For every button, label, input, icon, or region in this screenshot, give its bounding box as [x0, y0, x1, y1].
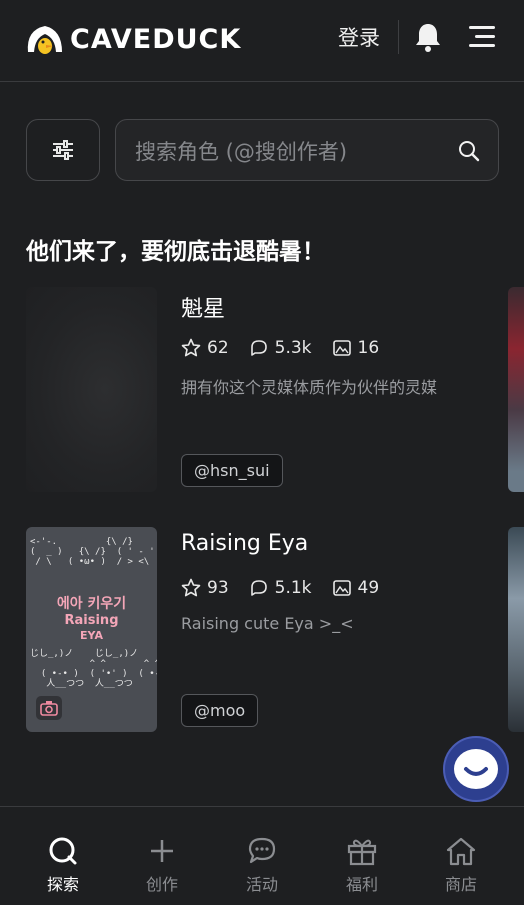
smile-chat-icon [454, 749, 498, 789]
plus-icon [122, 835, 202, 867]
top-header: CAVEDUCK 登录 [0, 0, 524, 82]
chat-count: 5.3k [249, 338, 312, 358]
tab-explore[interactable]: 探索 [23, 835, 103, 895]
character-description: 拥有你这个灵媒体质作为伙伴的灵媒 [181, 378, 438, 397]
gift-icon [322, 835, 402, 867]
filter-button[interactable] [26, 119, 100, 181]
tab-label: 探索 [46, 875, 79, 894]
search-placeholder: 搜索角色 (@搜创作者) [135, 140, 348, 164]
star-icon [181, 578, 201, 597]
image-count: 49 [332, 578, 379, 598]
ascii-art: <-'-. {\ /} ( _ ) {\ /} ( ' - ' ) / \ ( … [30, 537, 155, 567]
tab-store[interactable]: 商店 [421, 835, 501, 895]
camera-icon [36, 696, 62, 720]
home-icon [421, 835, 501, 867]
tab-events[interactable]: 活动 [222, 835, 302, 895]
menu-icon[interactable] [467, 24, 497, 54]
duck-logo-icon [26, 22, 64, 56]
chat-bubble-icon [250, 580, 267, 596]
next-card-peek[interactable] [508, 527, 524, 732]
tab-rewards[interactable]: 福利 [322, 835, 402, 895]
explore-icon [23, 835, 103, 867]
image-icon [332, 580, 351, 596]
bell-icon[interactable] [414, 22, 442, 56]
character-card[interactable]: <-'-. {\ /} ( _ ) {\ /} ( ' - ' ) / \ ( … [26, 527, 506, 732]
character-stats: 62 5.3k 16 [181, 338, 399, 358]
tab-label: 福利 [345, 875, 378, 894]
chat-count: 5.1k [249, 578, 312, 598]
tab-create[interactable]: 创作 [122, 835, 202, 895]
character-description: Raising cute Eya >_< [181, 614, 354, 633]
tab-label: 创作 [145, 875, 178, 894]
search-input[interactable]: 搜索角色 (@搜创作者) [115, 119, 499, 181]
creator-handle[interactable]: @moo [181, 694, 259, 727]
login-button[interactable]: 登录 [338, 22, 380, 52]
section-title: 他们来了，要彻底击退酷暑！ [26, 239, 325, 265]
bottom-tab-bar: 探索 创作 活动 福利 商店 [0, 806, 524, 905]
star-icon [181, 338, 201, 357]
chat-bubble-icon [250, 340, 267, 356]
creator-handle[interactable]: @hsn_sui [181, 454, 283, 487]
character-name: Raising Eya [181, 531, 309, 556]
tab-label: 活动 [245, 875, 278, 894]
thumbnail-caption: 에아 키우기 Raising EYA [56, 596, 127, 642]
image-icon [332, 340, 351, 356]
star-count: 62 [181, 338, 229, 358]
character-card[interactable]: 魁星 62 5.3k 16 拥有你这个灵媒体质作为伙伴的灵媒 @hsn_sui [26, 287, 506, 492]
ascii-art: じし_,)ノ じし_,)ノ ^ ^ ^ ^ ( •-• ) ( '•' ) ( … [30, 649, 157, 689]
brand-logo[interactable]: CAVEDUCK [26, 22, 241, 56]
chat-bubble-icon [222, 835, 302, 867]
character-thumbnail[interactable] [26, 287, 157, 492]
tab-label: 商店 [444, 875, 477, 894]
character-name: 魁星 [181, 297, 226, 322]
next-card-peek[interactable] [508, 287, 524, 492]
character-stats: 93 5.1k 49 [181, 578, 399, 598]
brand-name: CAVEDUCK [70, 23, 242, 55]
star-count: 93 [181, 578, 229, 598]
sliders-icon [53, 140, 73, 160]
search-icon[interactable] [458, 140, 480, 162]
image-count: 16 [332, 338, 379, 358]
header-divider [398, 20, 399, 54]
support-chat-button[interactable] [443, 736, 509, 802]
character-thumbnail[interactable]: <-'-. {\ /} ( _ ) {\ /} ( ' - ' ) / \ ( … [26, 527, 157, 732]
